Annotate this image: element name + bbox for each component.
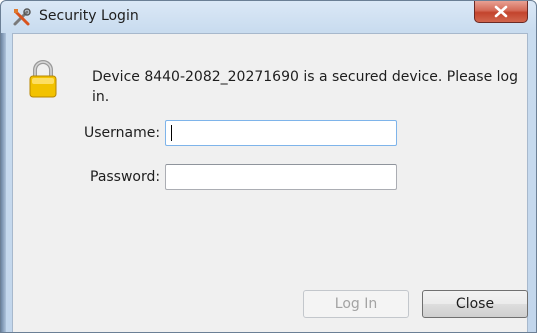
close-icon (494, 5, 508, 18)
secured-device-message: Device 8440-2082_20271690 is a secured d… (92, 69, 518, 105)
username-input[interactable] (165, 120, 397, 146)
padlock-icon (28, 59, 58, 99)
tools-icon (12, 7, 32, 27)
security-login-window: Security Login Device 8440-2082_20271690… (0, 0, 537, 333)
title-bar[interactable]: Security Login (1, 1, 536, 33)
close-button[interactable]: Close (422, 290, 528, 318)
password-input[interactable] (165, 164, 397, 190)
window-title: Security Login (39, 8, 139, 24)
username-label: Username: (84, 125, 161, 141)
dialog-content: Device 8440-2082_20271690 is a secured d… (12, 33, 528, 332)
password-label: Password: (90, 169, 161, 185)
login-button[interactable]: Log In (303, 290, 409, 318)
text-caret (171, 125, 172, 141)
window-close-button[interactable] (474, 1, 528, 23)
window-frame-edge (1, 33, 6, 332)
